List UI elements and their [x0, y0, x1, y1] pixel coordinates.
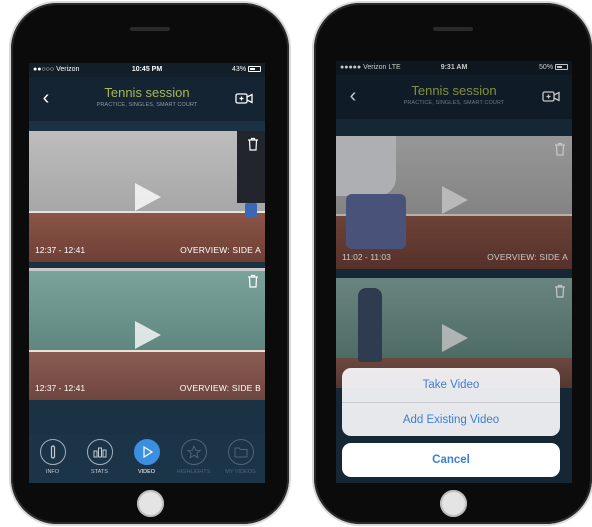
nav-bar: ‹ Tennis session PRACTICE, SINGLES, SMAR… [29, 77, 265, 121]
info-icon [39, 439, 66, 465]
play-icon [133, 439, 160, 465]
net-top [29, 268, 265, 271]
tab-bar: INFO STATS VIDEO HIGHLIGHTS MY VIDEOS [29, 435, 265, 483]
tab-label: INFO [45, 469, 60, 475]
battery-status: 43% [232, 63, 261, 77]
action-sheet: Take Video Add Existing Video [342, 368, 560, 436]
video-time-range: 12:37 - 12:41 [35, 383, 86, 393]
player-shoes [245, 203, 257, 217]
screen-right: ●●●●● Verizon LTE 9:31 AM 50% ‹ Tennis s… [336, 61, 572, 483]
play-icon[interactable] [135, 183, 161, 211]
empty-area [29, 400, 265, 435]
phone-left: ●●○○○ Verizon 10:45 PM 43% ‹ Tennis sess… [11, 3, 289, 524]
tab-highlights[interactable]: HIGHLIGHTS [170, 439, 217, 481]
home-button[interactable] [440, 490, 467, 517]
court-line [29, 211, 265, 213]
page-title: Tennis session [104, 85, 190, 100]
spacer [29, 121, 265, 131]
tab-label: STATS [91, 469, 108, 475]
take-video-button[interactable]: Take Video [342, 368, 560, 402]
page-subtitle: PRACTICE, SINGLES, SMART COURT [96, 102, 198, 108]
phone-right: ●●●●● Verizon LTE 9:31 AM 50% ‹ Tennis s… [314, 3, 592, 524]
tab-info[interactable]: INFO [29, 439, 76, 481]
earpiece [433, 27, 473, 31]
court-line [29, 350, 265, 352]
tab-label: HIGHLIGHTS [176, 469, 211, 475]
video-label: OVERVIEW: SIDE B [179, 383, 261, 393]
battery-icon [248, 66, 261, 72]
stats-icon [86, 439, 113, 465]
cancel-button[interactable]: Cancel [342, 443, 560, 477]
delete-trash-icon[interactable] [247, 137, 259, 151]
clock: 10:45 PM [131, 66, 163, 73]
tab-my-videos[interactable]: MY VIDEOS [217, 439, 264, 481]
screen-left: ●●○○○ Verizon 10:45 PM 43% ‹ Tennis sess… [29, 63, 265, 483]
star-icon [180, 439, 207, 465]
play-icon[interactable] [135, 321, 161, 349]
add-video-camera-icon[interactable] [235, 92, 253, 105]
video-time-range: 12:37 - 12:41 [35, 245, 86, 255]
add-existing-video-button[interactable]: Add Existing Video [342, 402, 560, 436]
video-thumbnail[interactable]: 12:37 - 12:41 OVERVIEW: SIDE A [29, 131, 265, 262]
status-bar: ●●○○○ Verizon 10:45 PM 43% [29, 63, 265, 77]
app-screenshots: ●●○○○ Verizon 10:45 PM 43% ‹ Tennis sess… [0, 0, 592, 527]
delete-trash-icon[interactable] [247, 274, 259, 288]
video-label: OVERVIEW: SIDE A [180, 245, 261, 255]
video-thumbnail[interactable]: 12:37 - 12:41 OVERVIEW: SIDE B [29, 268, 265, 400]
tab-video[interactable]: VIDEO [123, 439, 170, 481]
earpiece [130, 27, 170, 31]
tab-stats[interactable]: STATS [76, 439, 123, 481]
folder-icon [227, 439, 254, 465]
tab-label: MY VIDEOS [225, 469, 256, 475]
home-button[interactable] [137, 490, 164, 517]
battery-percent: 43% [232, 66, 247, 73]
tab-label: VIDEO [137, 469, 156, 475]
